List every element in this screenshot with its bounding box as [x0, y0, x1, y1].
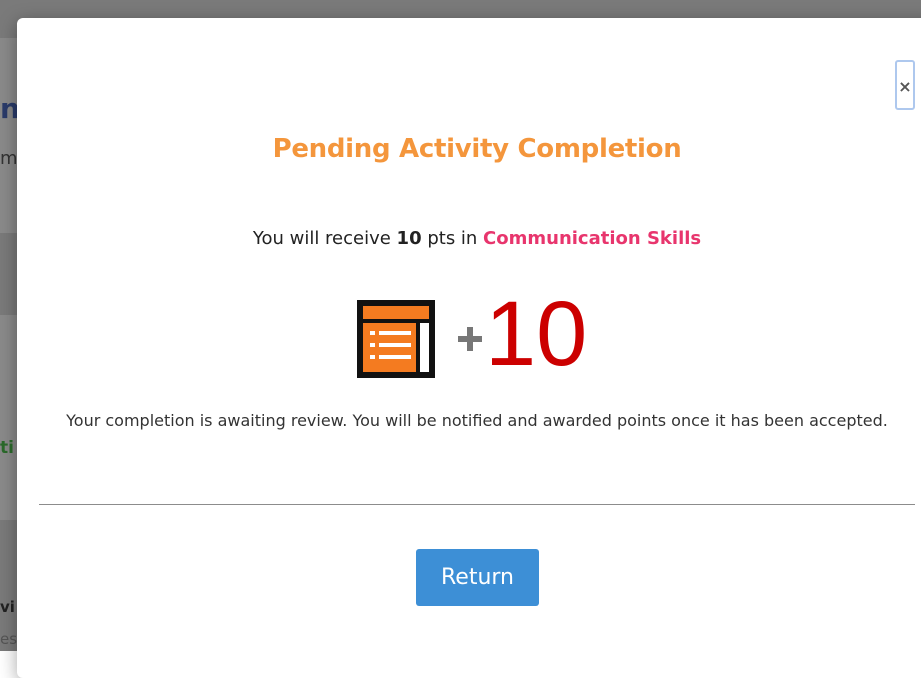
skill-name-link: Communication Skills	[483, 228, 702, 249]
points-summary-prefix: You will receive	[252, 228, 397, 249]
return-button[interactable]: Return	[416, 549, 539, 606]
points-summary: You will receive 10 pts in Communication…	[17, 228, 921, 249]
pending-completion-modal: × Pending Activity Completion You will r…	[17, 18, 921, 678]
background-text-fragment: m	[0, 148, 17, 169]
background-label-fragment: ti	[0, 438, 14, 458]
background-heading-fragment: ne	[0, 92, 17, 125]
review-notice: Your completion is awaiting review. You …	[66, 411, 888, 430]
points-summary-middle: pts in	[421, 228, 484, 249]
background-bold-fragment: vi	[0, 598, 15, 616]
background-text-fragment: es	[0, 630, 17, 648]
plus-icon	[458, 327, 482, 351]
reward-display: 10	[357, 288, 617, 386]
activity-list-icon	[357, 300, 435, 378]
modal-title: Pending Activity Completion	[272, 134, 682, 164]
points-summary-amount: 10	[396, 228, 422, 249]
close-button[interactable]: ×	[895, 60, 915, 110]
divider	[39, 504, 915, 505]
points-value: 10	[485, 283, 588, 385]
